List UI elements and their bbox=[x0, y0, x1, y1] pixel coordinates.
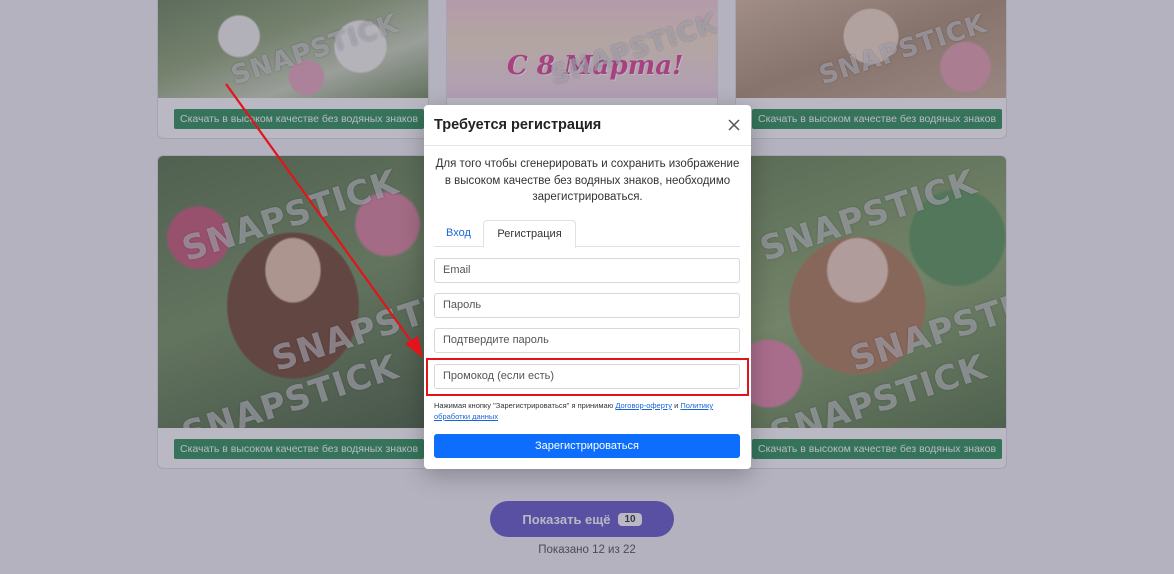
terms-and: и bbox=[674, 401, 679, 410]
confirm-password-field[interactable]: Подтвердите пароль bbox=[434, 328, 740, 353]
tab-login[interactable]: Вход bbox=[434, 220, 483, 247]
offer-link[interactable]: Договор-оферту bbox=[615, 401, 672, 410]
password-field[interactable]: Пароль bbox=[434, 293, 740, 318]
auth-tabs: Вход Регистрация bbox=[434, 220, 740, 248]
modal-header: Требуется регистрация bbox=[424, 105, 751, 146]
modal-title: Требуется регистрация bbox=[434, 117, 602, 133]
email-field[interactable]: Email bbox=[434, 258, 740, 283]
close-icon[interactable] bbox=[726, 117, 742, 133]
register-button[interactable]: Зарегистрироваться bbox=[434, 434, 740, 458]
terms-prefix: Нажимая кнопку "Зарегистрироваться" я пр… bbox=[434, 401, 614, 410]
modal-description: Для того чтобы сгенерировать и сохранить… bbox=[435, 158, 740, 203]
terms-text: Нажимая кнопку "Зарегистрироваться" я пр… bbox=[434, 400, 740, 422]
tab-register[interactable]: Регистрация bbox=[483, 220, 576, 248]
promo-highlight-box bbox=[426, 358, 749, 396]
registration-modal: Требуется регистрация Для того чтобы сге… bbox=[424, 105, 751, 469]
